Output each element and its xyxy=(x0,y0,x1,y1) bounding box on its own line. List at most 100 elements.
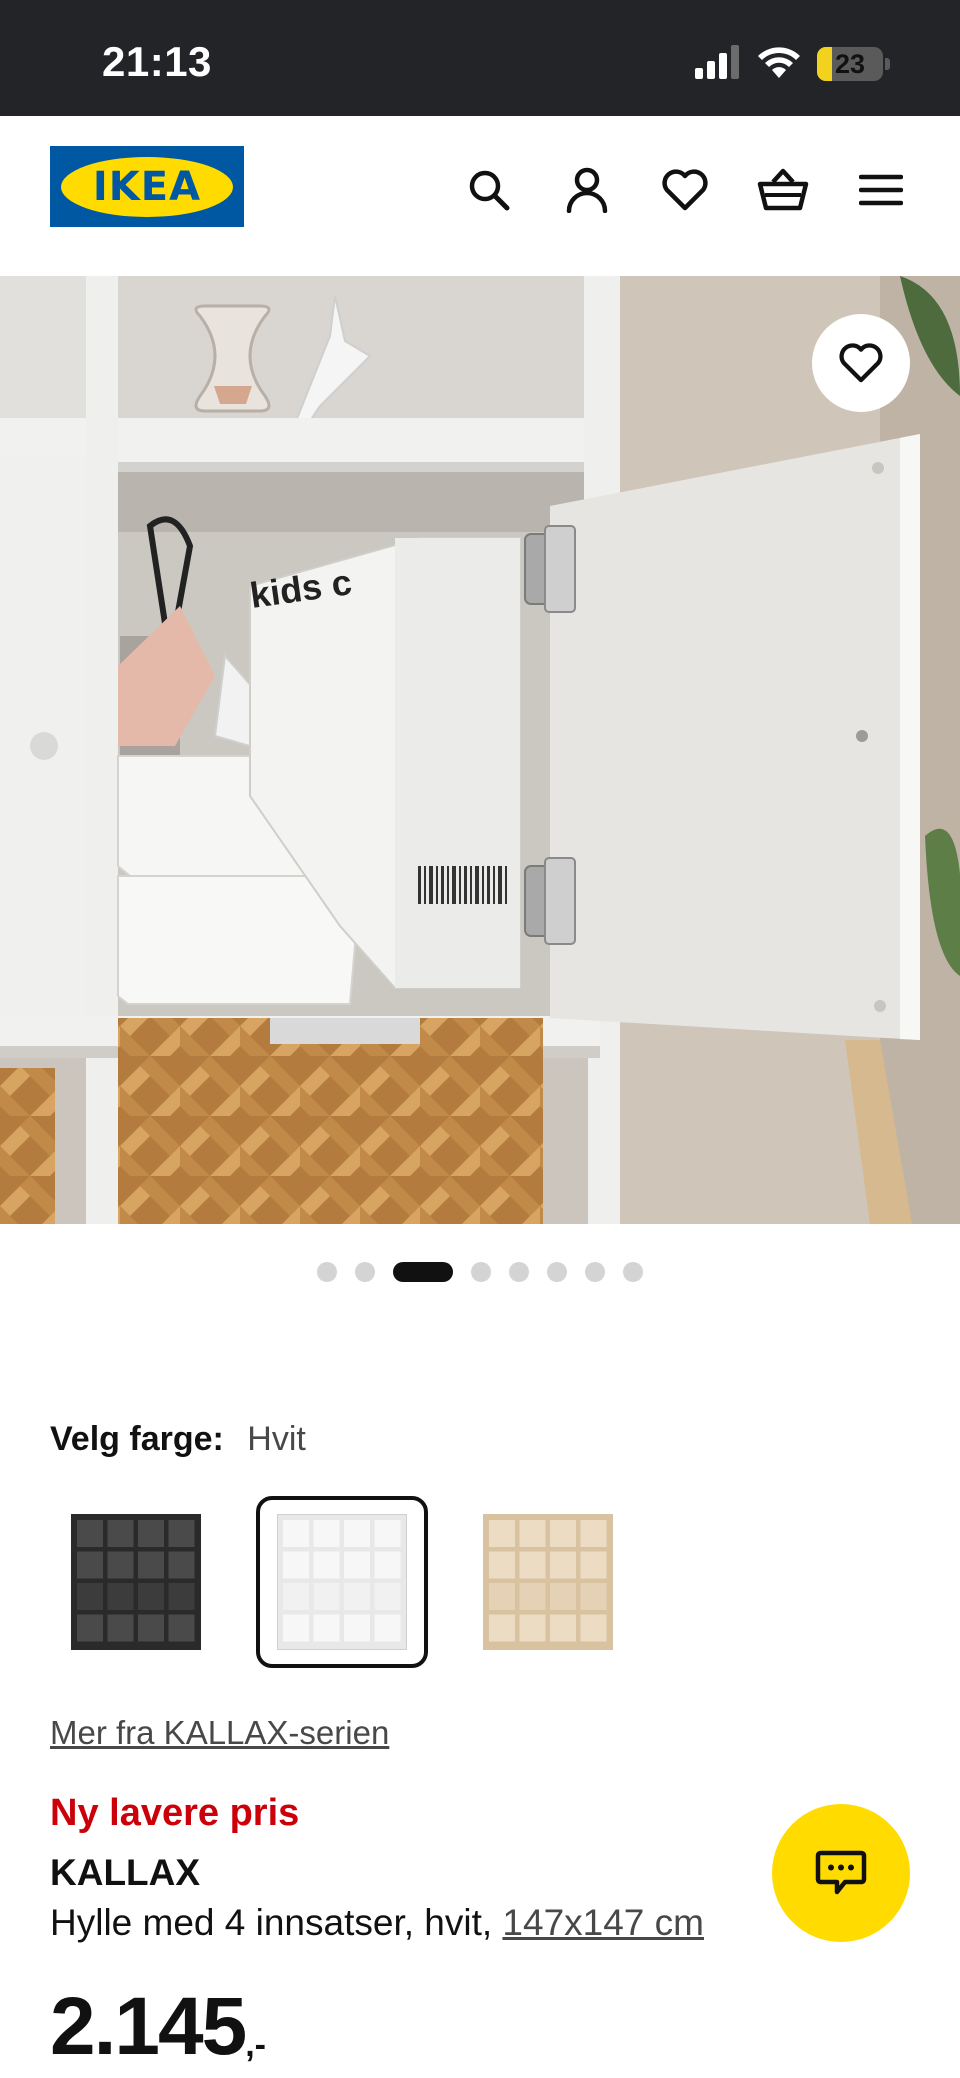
carousel-dot[interactable] xyxy=(393,1262,453,1282)
thumbnail-cube xyxy=(138,1583,164,1610)
thumbnail-cube xyxy=(344,1583,370,1610)
thumbnail-cube xyxy=(344,1520,370,1547)
kallax-white-thumbnail xyxy=(277,1514,407,1650)
carousel-dot[interactable] xyxy=(547,1262,567,1282)
thumbnail-cube xyxy=(283,1583,309,1610)
wifi-icon xyxy=(757,45,801,84)
thumbnail-cube xyxy=(519,1551,546,1579)
thumbnail-cube xyxy=(138,1551,164,1579)
site-header: IKEA xyxy=(0,116,960,276)
thumbnail-cube xyxy=(519,1520,546,1547)
thumbnail-cube xyxy=(77,1520,103,1547)
status-bar: 21:13 23 xyxy=(0,0,960,116)
thumbnail-cube xyxy=(550,1520,576,1547)
swatch-white-stained-oak[interactable] xyxy=(462,1496,634,1668)
price-decimal: ,- xyxy=(245,2026,266,2064)
kallax-black-thumbnail xyxy=(71,1514,201,1650)
product-image-gallery[interactable]: kids c xyxy=(0,276,960,1224)
carousel-dot[interactable] xyxy=(355,1262,375,1282)
battery-icon: 23 xyxy=(817,47,883,81)
product-photo: kids c xyxy=(0,276,960,1224)
thumbnail-cube xyxy=(77,1551,103,1579)
status-icons: 23 xyxy=(695,44,890,84)
favorites-icon[interactable] xyxy=(646,156,724,224)
thumbnail-cube xyxy=(107,1614,134,1642)
chat-icon xyxy=(815,1850,867,1895)
thumbnail-cube xyxy=(107,1583,134,1610)
menu-icon[interactable] xyxy=(842,156,920,224)
thumbnail-cube xyxy=(489,1614,515,1642)
thumbnail-cube xyxy=(283,1551,309,1579)
product-description: Hylle med 4 innsatser, hvit, 147x147 cm xyxy=(50,1902,704,1944)
thumbnail-cube xyxy=(344,1551,370,1579)
carousel-dot[interactable] xyxy=(471,1262,491,1282)
thumbnail-cube xyxy=(374,1551,401,1579)
logo-oval: IKEA xyxy=(61,156,233,217)
product-price: 2.145 ,- xyxy=(50,1986,266,2068)
header-actions xyxy=(450,156,920,224)
price-integer: 2.145 xyxy=(50,1981,247,2072)
status-time: 21:13 xyxy=(102,38,212,85)
thumbnail-cube xyxy=(107,1520,134,1547)
search-icon[interactable] xyxy=(450,156,528,224)
thumbnail-cube xyxy=(283,1614,309,1642)
thumbnail-cube xyxy=(580,1583,607,1610)
thumbnail-cube xyxy=(77,1583,103,1610)
thumbnail-cube xyxy=(519,1583,546,1610)
selected-color: Hvit xyxy=(247,1420,306,1458)
thumbnail-cube xyxy=(313,1614,340,1642)
carousel-indicators[interactable] xyxy=(0,1262,960,1282)
thumbnail-cube xyxy=(374,1520,401,1547)
swatch-black-brown[interactable] xyxy=(50,1496,222,1668)
carousel-dot[interactable] xyxy=(317,1262,337,1282)
product-description-text: Hylle med 4 innsatser, hvit, xyxy=(50,1902,493,1943)
signal-icon xyxy=(695,44,741,84)
thumbnail-cube xyxy=(489,1583,515,1610)
thumbnail-cube xyxy=(580,1520,607,1547)
thumbnail-cube xyxy=(580,1614,607,1642)
thumbnail-cube xyxy=(344,1614,370,1642)
chat-button[interactable] xyxy=(772,1804,910,1942)
kallax-oak-thumbnail xyxy=(483,1514,613,1650)
thumbnail-cube xyxy=(519,1614,546,1642)
thumbnail-cube xyxy=(168,1551,195,1579)
thumbnail-cube xyxy=(168,1520,195,1547)
product-name: KALLAX xyxy=(50,1852,201,1893)
color-swatches xyxy=(50,1496,634,1668)
cart-icon[interactable] xyxy=(744,156,822,224)
thumbnail-cube xyxy=(77,1614,103,1642)
thumbnail-cube xyxy=(313,1520,340,1547)
thumbnail-cube xyxy=(168,1583,195,1610)
thumbnail-cube xyxy=(489,1551,515,1579)
thumbnail-cube xyxy=(107,1551,134,1579)
carousel-dot[interactable] xyxy=(623,1262,643,1282)
thumbnail-cube xyxy=(313,1551,340,1579)
thumbnail-cube xyxy=(138,1520,164,1547)
thumbnail-cube xyxy=(168,1614,195,1642)
thumbnail-cube xyxy=(374,1583,401,1610)
heart-icon xyxy=(839,343,883,383)
swatch-white[interactable] xyxy=(256,1496,428,1668)
battery-level: 23 xyxy=(834,48,866,79)
thumbnail-cube xyxy=(550,1551,576,1579)
thumbnail-cube xyxy=(580,1551,607,1579)
thumbnail-cube xyxy=(313,1583,340,1610)
ikea-logo[interactable]: IKEA xyxy=(50,146,244,227)
thumbnail-cube xyxy=(550,1614,576,1642)
carousel-dot[interactable] xyxy=(509,1262,529,1282)
new-lower-price-badge: Ny lavere pris xyxy=(50,1792,300,1834)
battery-tip xyxy=(885,58,890,70)
thumbnail-cube xyxy=(374,1614,401,1642)
color-label-title: Velg farge: xyxy=(50,1420,224,1458)
thumbnail-cube xyxy=(550,1583,576,1610)
carousel-dot[interactable] xyxy=(585,1262,605,1282)
account-icon[interactable] xyxy=(548,156,626,224)
series-link[interactable]: Mer fra KALLAX-serien xyxy=(50,1714,389,1752)
thumbnail-cube xyxy=(138,1614,164,1642)
logo-text: IKEA xyxy=(92,163,202,210)
thumbnail-cube xyxy=(489,1520,515,1547)
thumbnail-cube xyxy=(283,1520,309,1547)
add-to-favorites-button[interactable] xyxy=(812,314,910,412)
product-dimensions-link[interactable]: 147x147 cm xyxy=(502,1902,704,1943)
color-picker-label: Velg farge: Hvit xyxy=(50,1420,306,1459)
